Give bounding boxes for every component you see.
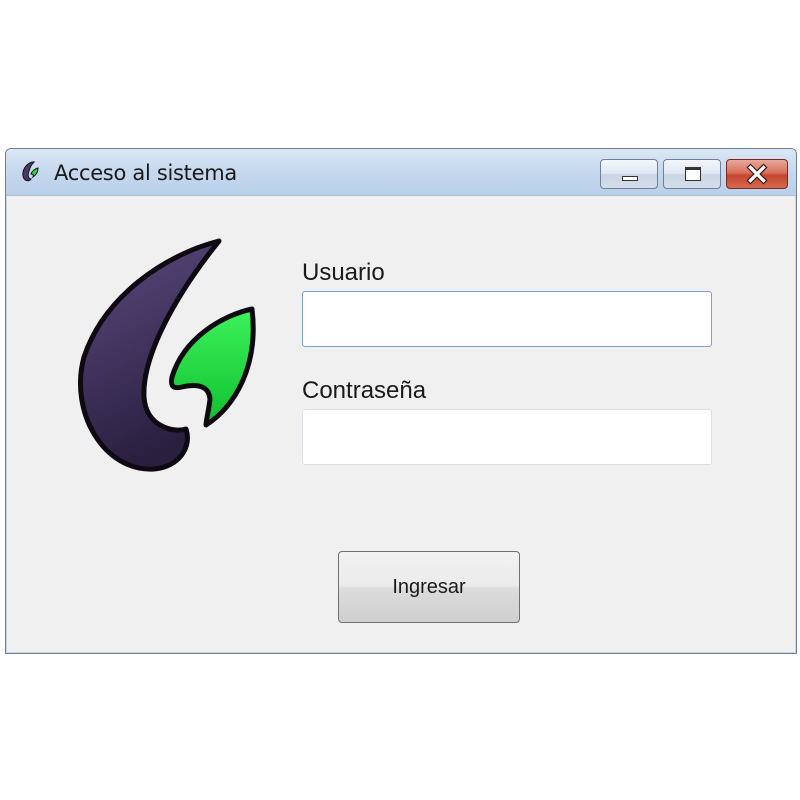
username-label: Usuario — [302, 259, 385, 286]
app-logo-icon — [22, 161, 39, 182]
username-input[interactable] — [302, 291, 712, 347]
maximize-button[interactable] — [663, 159, 721, 189]
title-bar[interactable]: Acceso al sistema — [6, 149, 796, 196]
login-button[interactable]: Ingresar — [338, 551, 520, 623]
close-icon — [746, 163, 768, 185]
minimize-button[interactable] — [600, 159, 658, 189]
maximize-icon — [685, 167, 701, 181]
close-button[interactable] — [726, 159, 788, 189]
window-title: Acceso al sistema — [54, 161, 237, 185]
password-label: Contraseña — [302, 377, 427, 404]
company-logo — [78, 238, 256, 472]
minimize-icon — [622, 176, 638, 181]
password-input[interactable] — [302, 409, 712, 465]
login-window: Acceso al sistema Usuario Contraseña Ing… — [5, 148, 797, 654]
